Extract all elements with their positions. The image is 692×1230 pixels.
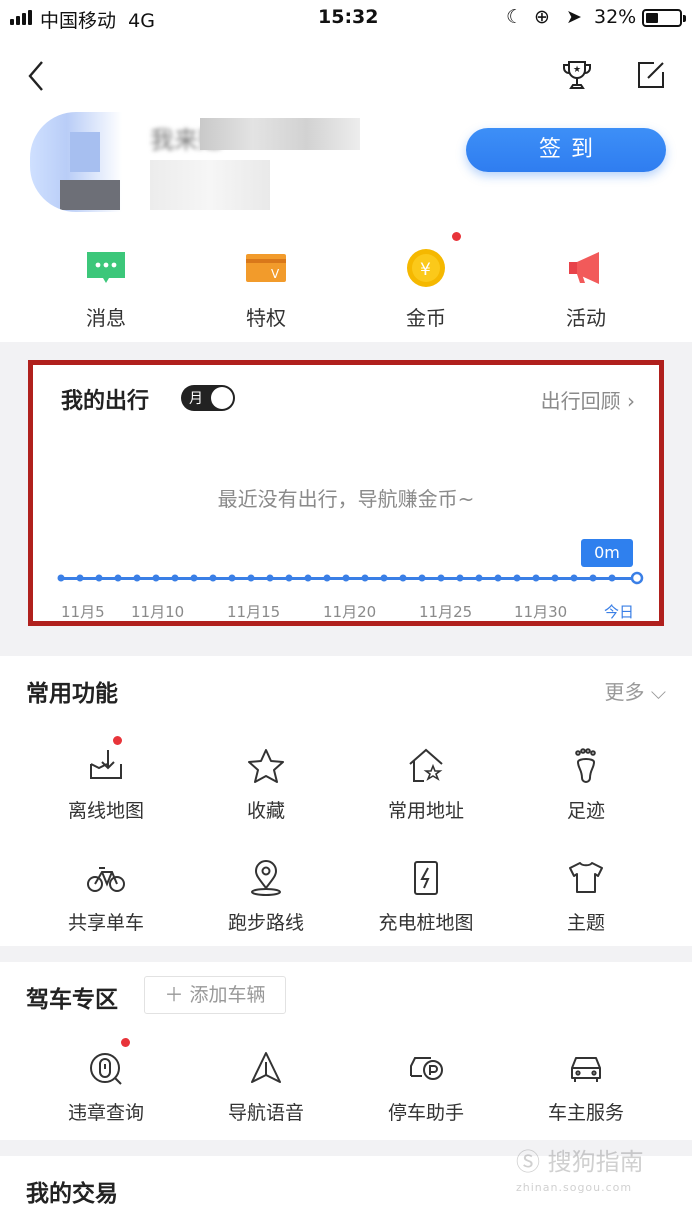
travel-review-link[interactable]: 出行回顾 › [541,385,635,414]
signal-icon [10,10,32,25]
date-label: 11月20 [323,603,377,621]
edit-icon[interactable] [634,58,668,92]
timeline-track [57,571,644,585]
grid-item-label: 共享单车 [67,912,144,934]
grid-item-running-route[interactable]: 跑步路线 [186,858,346,935]
avatar[interactable] [30,112,122,212]
grid-item-theme[interactable]: 主题 [506,858,666,935]
notification-dot [113,736,122,745]
driving-section: 驾车专区 ＋ 添加车辆 违章查询 导航语音 停车助手 车主服务 [0,962,692,1140]
tshirt-icon [566,858,606,898]
message-icon [85,248,127,288]
grid-item-label: 离线地图 [67,800,144,822]
date-label: 11月25 [419,603,473,621]
battery-percent: 32% [594,6,637,28]
grid-item-car-service[interactable]: 车主服务 [506,1048,666,1125]
date-label-today: 今日 [604,603,635,621]
chevron-right-icon: › [627,389,635,413]
grid-item-label: 停车助手 [387,1102,464,1124]
notification-dot [121,1038,130,1047]
svg-text:¥: ¥ [420,260,431,280]
gold-coin-icon: ¥ [405,232,461,288]
navigation-voice-icon [246,1048,286,1088]
quick-item-label: 特权 [246,306,286,330]
trophy-icon[interactable]: ★ [560,58,594,92]
home-star-icon [406,746,446,786]
common-functions-section: 常用功能 更多 ⌵ 离线地图 收藏 常用地址 足迹 共享单车 跑步路线 充电桩地… [0,656,692,946]
toggle-label: 月 [189,391,203,407]
bicycle-icon [86,858,126,898]
grid-item-violation-query[interactable]: 违章查询 [26,1038,186,1125]
date-label: 11月15 [227,603,281,621]
grid-item-common-address[interactable]: 常用地址 [346,746,506,823]
quick-item-label: 金币 [406,306,446,330]
quick-item-coin[interactable]: ¥ 金币 [346,232,506,331]
notification-dot [452,232,461,241]
grid-item-navigation-voice[interactable]: 导航语音 [186,1048,346,1125]
svg-text:★: ★ [573,65,581,75]
distance-badge: 0m [581,539,633,567]
date-label: 11月30 [514,603,568,621]
charging-pile-icon [406,858,446,898]
quick-item-message[interactable]: 消息 [26,248,186,331]
section-title: 我的交易 [26,1181,118,1207]
grid-item-label: 车主服务 [547,1102,624,1124]
svg-text:V: V [271,267,280,281]
my-travel-card[interactable]: 我的出行 月 出行回顾 › 最近没有出行，导航赚金币~ 0m 11月5 11月1… [28,360,664,626]
carrier-name: 中国移动 4G [40,10,155,32]
car-service-icon [566,1048,606,1088]
plus-icon: ＋ [164,984,184,1006]
travel-title: 我的出行 [61,389,150,414]
megaphone-icon [565,248,607,288]
back-icon[interactable] [24,56,54,96]
clock: 15:32 [318,6,379,28]
date-label: 11月10 [131,603,185,621]
location-arrow-icon: ➤ [566,6,582,28]
more-button[interactable]: 更多 ⌵ [604,676,666,705]
footprint-icon [566,746,606,786]
do-not-disturb-icon: ☾ [506,6,524,28]
date-label: 11月5 [61,603,105,621]
battery-icon [642,9,682,27]
grid-item-label: 收藏 [246,800,285,822]
rotation-lock-icon: ⊕ [534,6,550,28]
violation-query-icon [86,1038,130,1088]
grid-item-label: 主题 [566,912,605,934]
grid-item-label: 跑步路线 [227,912,304,934]
add-vehicle-button[interactable]: ＋ 添加车辆 [144,976,286,1014]
chevron-down-icon: ⌵ [650,680,666,704]
star-icon [246,746,286,786]
empty-travel-message: 最近没有出行，导航赚金币~ [217,487,475,511]
quick-item-label: 活动 [566,306,606,330]
grid-item-offline-map[interactable]: 离线地图 [26,736,186,823]
grid-item-favorites[interactable]: 收藏 [186,746,346,823]
quick-item-label: 消息 [86,306,126,330]
grid-item-label: 足迹 [566,800,605,822]
quick-item-privilege[interactable]: V 特权 [186,248,346,331]
status-bar: 中国移动 4G 15:32 ☾ ⊕ ➤ 32% [0,0,692,36]
grid-item-label: 充电桩地图 [378,912,474,934]
grid-item-label: 导航语音 [227,1102,304,1124]
grid-item-label: 常用地址 [387,800,464,822]
signin-button[interactable]: 签到 [466,128,666,172]
grid-item-parking-assistant[interactable]: 停车助手 [346,1048,506,1125]
quick-item-activity[interactable]: 活动 [506,248,666,331]
grid-item-footprint[interactable]: 足迹 [506,746,666,823]
month-toggle[interactable]: 月 [181,385,235,411]
grid-item-label: 违章查询 [67,1102,144,1124]
watermark: Ⓢ 搜狗指南 zhinan.sogou.com [516,1148,644,1194]
parking-assistant-icon [406,1048,446,1088]
network-type: 4G [128,10,155,32]
grid-item-shared-bike[interactable]: 共享单车 [26,858,186,935]
section-title: 驾车专区 [26,987,118,1013]
location-pin-icon [246,858,286,898]
privilege-card-icon: V [245,248,287,288]
timeline-dates: 11月5 11月10 11月15 11月20 11月25 11月30 今日 [61,601,641,621]
user-level-blurred [150,160,270,210]
offline-map-icon [86,736,126,786]
watermark-logo-icon: Ⓢ [516,1148,540,1176]
timeline-dots [57,571,644,585]
section-title: 常用功能 [26,681,118,707]
grid-item-charging-map[interactable]: 充电桩地图 [346,858,506,935]
